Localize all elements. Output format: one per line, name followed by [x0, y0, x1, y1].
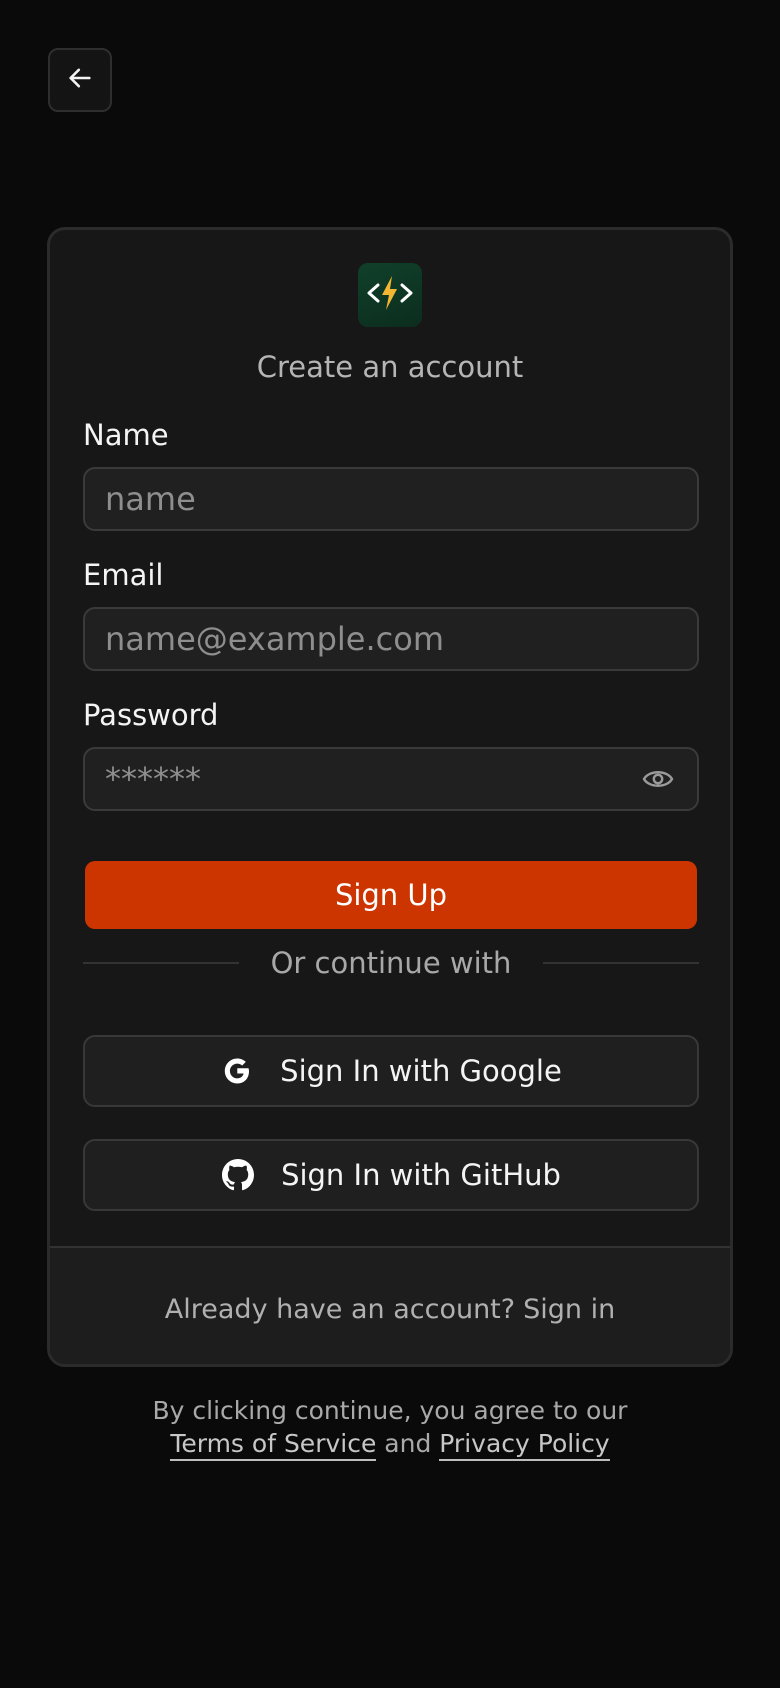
- legal-notice: By clicking continue, you agree to our T…: [0, 1394, 780, 1461]
- signin-prompt: Already have an account?: [164, 1293, 516, 1325]
- privacy-policy-link[interactable]: Privacy Policy: [439, 1429, 610, 1461]
- signup-card: Create an account Name Email Password Si…: [47, 227, 733, 1367]
- eye-icon[interactable]: [641, 763, 675, 795]
- email-field-box: [83, 607, 699, 671]
- divider: Or continue with: [83, 943, 699, 983]
- password-field-box: [83, 747, 699, 811]
- legal-and-text: and: [384, 1429, 432, 1458]
- email-input[interactable]: [85, 609, 697, 669]
- logo: [358, 263, 422, 327]
- github-icon: [221, 1158, 255, 1192]
- card-footer: Already have an account? Sign in: [50, 1246, 730, 1364]
- name-label: Name: [83, 418, 169, 452]
- legal-line-1: By clicking continue, you agree to our: [152, 1396, 628, 1425]
- arrow-left-icon: [66, 64, 94, 96]
- terms-of-service-link[interactable]: Terms of Service: [170, 1429, 377, 1461]
- divider-line-left: [83, 962, 239, 964]
- github-signin-label: Sign In with GitHub: [281, 1158, 561, 1192]
- google-icon: [220, 1054, 254, 1088]
- divider-text: Or continue with: [270, 946, 512, 980]
- code-bolt-icon: [364, 273, 416, 317]
- signin-link[interactable]: Sign in: [523, 1294, 615, 1325]
- google-signin-label: Sign In with Google: [280, 1054, 562, 1088]
- google-signin-button[interactable]: Sign In with Google: [83, 1035, 699, 1107]
- legal-line-2: Terms of Service and Privacy Policy: [0, 1427, 780, 1461]
- divider-line-right: [543, 962, 699, 964]
- password-input[interactable]: [85, 749, 697, 809]
- signup-button[interactable]: Sign Up: [85, 861, 697, 929]
- back-button[interactable]: [48, 48, 112, 112]
- password-label: Password: [83, 698, 219, 732]
- page-subtitle: Create an account: [256, 350, 524, 384]
- name-field-box: [83, 467, 699, 531]
- name-input[interactable]: [85, 469, 697, 529]
- email-label: Email: [83, 558, 164, 592]
- github-signin-button[interactable]: Sign In with GitHub: [83, 1139, 699, 1211]
